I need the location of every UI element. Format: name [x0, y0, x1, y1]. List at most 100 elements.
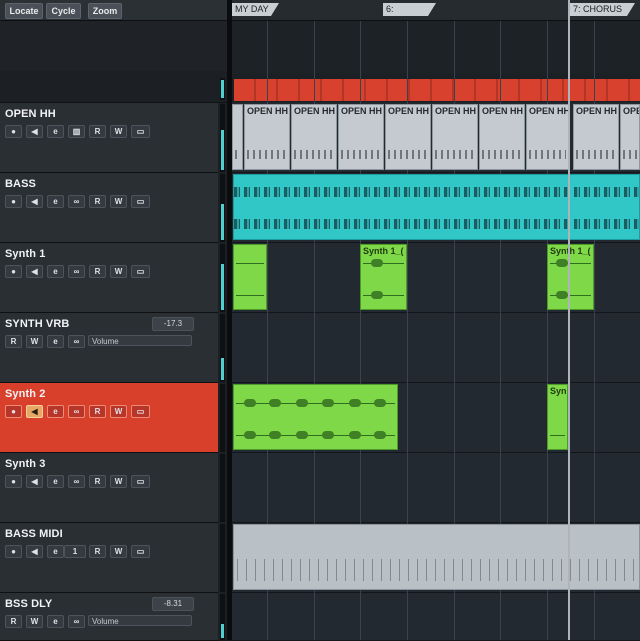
record-button[interactable]: ●	[5, 265, 22, 278]
read-button[interactable]: R	[89, 125, 106, 138]
monitor-button[interactable]: ◀	[26, 265, 43, 278]
write-button[interactable]: W	[110, 405, 127, 418]
volume-readout[interactable]: -17.3	[152, 317, 194, 331]
link-button[interactable]: ∞	[68, 405, 85, 418]
marker-chorus[interactable]: 7: CHORUS	[570, 3, 635, 16]
read-button[interactable]: R	[89, 475, 106, 488]
bass-audio-event[interactable]	[233, 174, 640, 240]
edit-button[interactable]: e	[47, 265, 64, 278]
lane-button[interactable]: ▭	[131, 265, 150, 278]
track-bss-dly[interactable]: BSS DLY -8.31 R W e ∞ Volume	[0, 593, 218, 641]
track-synth-vrb[interactable]: SYNTH VRB -17.3 R W e ∞ Volume	[0, 313, 218, 383]
track-name[interactable]: SYNTH VRB	[5, 318, 69, 330]
track-name[interactable]: Synth 3	[5, 458, 45, 470]
lane-button[interactable]: ▭	[131, 195, 150, 208]
playhead-cursor[interactable]	[568, 0, 570, 640]
synth-2-event[interactable]	[233, 384, 398, 450]
write-button[interactable]: W	[110, 475, 127, 488]
link-button[interactable]: ∞	[68, 335, 85, 348]
track-name[interactable]: BASS	[5, 178, 36, 190]
read-button[interactable]: R	[89, 195, 106, 208]
track-open-hh[interactable]: OPEN HH ● ◀ e ▥ R W ▭	[0, 103, 218, 173]
drum-editor-button[interactable]: ▥	[68, 125, 85, 138]
edit-button[interactable]: e	[47, 195, 64, 208]
write-button[interactable]: W	[110, 545, 127, 558]
track-name[interactable]: Synth 1	[5, 248, 45, 260]
track-name[interactable]: BSS DLY	[5, 598, 52, 610]
link-button[interactable]: ∞	[68, 475, 85, 488]
synth-1-event[interactable]: Synth 1_(	[547, 244, 594, 310]
volume-parameter[interactable]: Volume	[88, 615, 192, 626]
read-button[interactable]: R	[5, 335, 22, 348]
marker-strip[interactable]	[234, 79, 640, 101]
marker-my-day[interactable]: MY DAY	[232, 3, 279, 16]
record-button[interactable]: ●	[5, 405, 22, 418]
synth-1-event[interactable]: Synth 1_(	[360, 244, 407, 310]
hihat-event[interactable]	[232, 104, 243, 170]
monitor-button[interactable]: ◀	[26, 195, 43, 208]
lane-button[interactable]: ▭	[131, 545, 150, 558]
hihat-event[interactable]: OPEN HH	[291, 104, 337, 170]
track-name[interactable]: Synth 2	[5, 388, 45, 400]
marker-track-header[interactable]	[0, 74, 228, 103]
write-button[interactable]: W	[26, 335, 43, 348]
link-button[interactable]: ∞	[68, 265, 85, 278]
zoom-button[interactable]: Zoom	[88, 3, 122, 19]
edit-button[interactable]: e	[47, 405, 64, 418]
hihat-event[interactable]: OPEN HH	[338, 104, 384, 170]
arranger-area[interactable]: MY DAY 6: VERSE 7: CHORUS OPEN HH OPEN H…	[232, 0, 640, 640]
edit-button[interactable]: e	[47, 475, 64, 488]
hihat-event[interactable]: OPEN HH	[244, 104, 290, 170]
record-button[interactable]: ●	[5, 545, 22, 558]
synth-2-event[interactable]: Syn	[547, 384, 568, 450]
locate-button[interactable]: Locate	[5, 3, 43, 19]
hihat-event[interactable]: OPEN HH	[573, 104, 619, 170]
track-name[interactable]: OPEN HH	[5, 108, 56, 120]
edit-button[interactable]: e	[47, 125, 64, 138]
lane-synth-vrb[interactable]	[232, 313, 640, 383]
hihat-event[interactable]: OPEN HH	[479, 104, 525, 170]
lane-bss-dly[interactable]	[232, 593, 640, 640]
read-button[interactable]: R	[5, 615, 22, 628]
record-button[interactable]: ●	[5, 125, 22, 138]
write-button[interactable]: W	[110, 265, 127, 278]
record-button[interactable]: ●	[5, 475, 22, 488]
edit-button[interactable]: e	[47, 615, 64, 628]
hihat-event[interactable]: OPEN HH	[432, 104, 478, 170]
link-button[interactable]: ∞	[68, 615, 85, 628]
marker-verse[interactable]: 6: VERSE	[383, 3, 436, 16]
hihat-event[interactable]: OPEN HH	[620, 104, 640, 170]
write-button[interactable]: W	[26, 615, 43, 628]
edit-button[interactable]: e	[47, 545, 64, 558]
edit-button[interactable]: e	[47, 335, 64, 348]
midi-channel-field[interactable]: 1	[64, 545, 86, 558]
link-button[interactable]: ∞	[68, 195, 85, 208]
cycle-button[interactable]: Cycle	[46, 3, 81, 19]
monitor-button[interactable]: ◀	[26, 405, 43, 418]
record-button[interactable]: ●	[5, 195, 22, 208]
track-synth-1[interactable]: Synth 1 ● ◀ e ∞ R W ▭	[0, 243, 218, 313]
monitor-button[interactable]: ◀	[26, 475, 43, 488]
lane-button[interactable]: ▭	[131, 405, 150, 418]
lane-synth-3[interactable]	[232, 453, 640, 523]
track-synth-2[interactable]: Synth 2 ● ◀ e ∞ R W ▭	[0, 383, 218, 453]
hihat-event[interactable]: OPEN HH	[385, 104, 431, 170]
monitor-button[interactable]: ◀	[26, 125, 43, 138]
synth-1-event[interactable]	[233, 244, 267, 310]
monitor-button[interactable]: ◀	[26, 545, 43, 558]
track-name[interactable]: BASS MIDI	[5, 528, 63, 540]
lane-button[interactable]: ▭	[131, 125, 150, 138]
read-button[interactable]: R	[89, 545, 106, 558]
track-bass-midi[interactable]: BASS MIDI ● ◀ e 1 R W ▭	[0, 523, 218, 593]
volume-readout[interactable]: -8.31	[152, 597, 194, 611]
timeline-ruler[interactable]: MY DAY 6: VERSE 7: CHORUS	[232, 0, 640, 21]
volume-parameter[interactable]: Volume	[88, 335, 192, 346]
track-synth-3[interactable]: Synth 3 ● ◀ e ∞ R W ▭	[0, 453, 218, 523]
track-bass[interactable]: BASS ● ◀ e ∞ R W ▭	[0, 173, 218, 243]
hihat-event[interactable]: OPEN HH	[526, 104, 569, 170]
write-button[interactable]: W	[110, 195, 127, 208]
bass-midi-event[interactable]	[233, 524, 640, 590]
read-button[interactable]: R	[89, 405, 106, 418]
write-button[interactable]: W	[110, 125, 127, 138]
lane-button[interactable]: ▭	[131, 475, 150, 488]
